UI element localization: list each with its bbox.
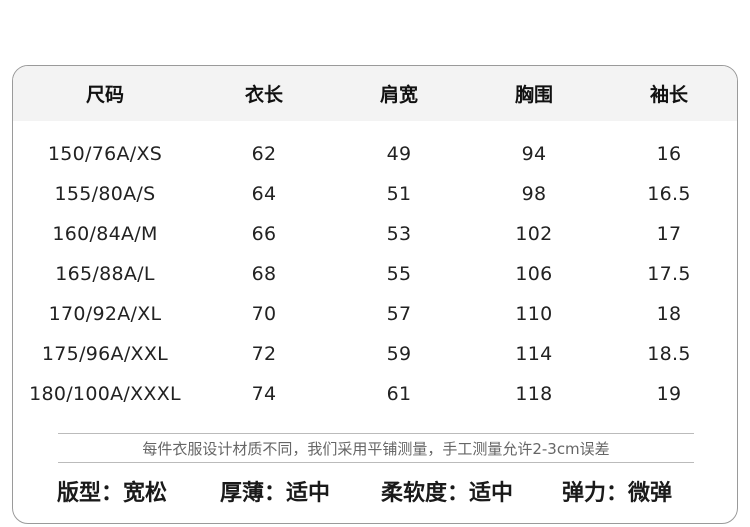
table-header-row: 尺码 衣长 肩宽 胸围 袖长 [13,66,737,121]
cell-sleeve: 18.5 [647,343,691,365]
cell-sleeve: 17.5 [647,263,691,285]
table-row: 170/92A/XL 70 57 110 18 [13,294,737,334]
cell-size: 175/96A/XXL [41,343,169,365]
measurement-note: 每件衣服设计材质不同，我们采用平铺测量，手工测量允许2-3cm误差 [58,433,694,463]
header-shoulder: 肩宽 [379,84,418,106]
cell-size: 160/84A/M [52,223,158,245]
cell-size: 165/88A/L [55,263,155,285]
property-softness: 柔软度：适中 [381,481,514,506]
table-row: 155/80A/S 64 51 98 16.5 [13,174,737,214]
cell-sleeve: 19 [656,383,682,405]
table-row: 160/84A/M 66 53 102 17 [13,214,737,254]
table-row: 180/100A/XXXL 74 61 118 19 [13,374,737,414]
header-chest: 胸围 [514,84,553,106]
property-thickness: 厚薄：适中 [220,481,331,506]
cell-sleeve: 17 [656,223,682,245]
table-row: 165/88A/L 68 55 106 17.5 [13,254,737,294]
header-size: 尺码 [85,84,124,106]
cell-size: 155/80A/S [54,183,156,205]
property-fit: 版型：宽松 [57,481,168,506]
table-row: 150/76A/XS 62 49 94 16 [13,134,737,174]
cell-size: 150/76A/XS [47,143,163,165]
cell-sleeve: 16 [656,143,682,165]
cell-sleeve: 18 [656,303,682,325]
property-elasticity: 弹力：微弹 [562,481,673,506]
table-row: 175/96A/XXL 72 59 114 18.5 [13,334,737,374]
size-chart-card: 尺码 衣长 肩宽 胸围 袖长 150/76A/XS 62 49 94 16 15… [12,65,738,524]
cell-size: 170/92A/XL [48,303,162,325]
header-sleeve: 袖长 [649,84,688,106]
cell-sleeve: 16.5 [647,183,691,205]
header-length: 衣长 [244,84,283,106]
cell-size: 180/100A/XXXL [29,383,181,405]
fabric-properties: 版型：宽松 厚薄：适中 柔软度：适中 弹力：微弹 [13,474,737,514]
